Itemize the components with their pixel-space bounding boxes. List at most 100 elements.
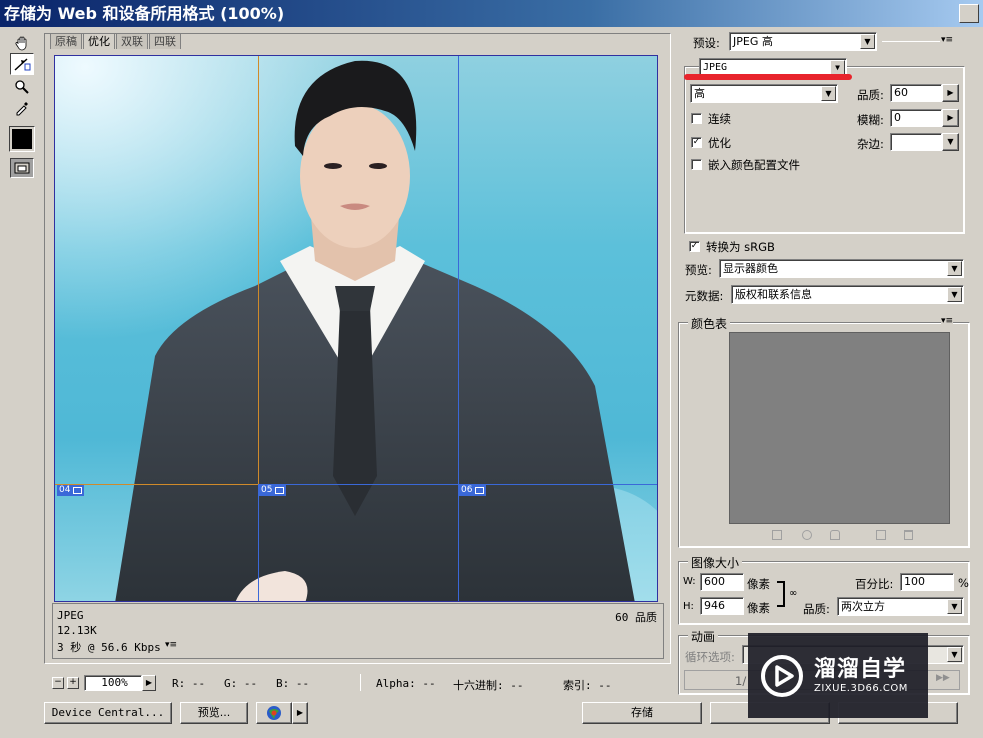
preview-browser-button[interactable]: 预览... bbox=[180, 702, 248, 724]
embed-profile-label: 嵌入颜色配置文件 bbox=[708, 158, 800, 172]
eyedropper-tool[interactable] bbox=[10, 97, 34, 119]
view-tabs: 原稿 优化 双联 四联 bbox=[50, 33, 182, 49]
chain-link-icon[interactable]: ∞ bbox=[789, 588, 797, 599]
preset-dropdown[interactable]: JPEG 高 ▼ bbox=[729, 32, 877, 51]
slice-select-tool[interactable] bbox=[10, 53, 34, 75]
slice-tag-04[interactable]: 04 bbox=[57, 485, 85, 496]
format-value: JPEG bbox=[703, 62, 728, 73]
width-label: W: bbox=[683, 576, 696, 587]
convert-srgb-checkbox[interactable]: ✓ bbox=[689, 241, 700, 252]
blur-slider-arrow-icon[interactable]: ▶ bbox=[942, 109, 959, 127]
info-download-time: 3 秒 @ 56.6 Kbps bbox=[57, 641, 161, 654]
optimized-checkbox[interactable]: ✓ bbox=[691, 137, 702, 148]
metadata-label: 元数据: bbox=[685, 289, 724, 303]
play-logo-icon bbox=[761, 654, 803, 697]
browser-menu-arrow-icon[interactable]: ▶ bbox=[292, 702, 308, 724]
map-transparent-icon[interactable] bbox=[772, 530, 782, 540]
zoom-tool[interactable] bbox=[10, 76, 34, 98]
slice-number: 04 bbox=[59, 485, 71, 495]
slice-line bbox=[258, 56, 259, 484]
browser-icon bbox=[267, 706, 281, 720]
chevron-down-icon: ▼ bbox=[860, 34, 875, 49]
percent-unit: % bbox=[958, 576, 969, 590]
preview-photo bbox=[55, 56, 657, 601]
slice-number: 05 bbox=[261, 485, 273, 495]
color-table-menu-icon[interactable]: ▾≡ bbox=[941, 316, 954, 326]
quality-field[interactable]: 60 bbox=[890, 84, 942, 102]
quality-level-value: 高 bbox=[694, 87, 705, 100]
width-unit: 像素 bbox=[747, 577, 770, 591]
hand-tool[interactable] bbox=[10, 32, 34, 54]
green-readout: G: -- bbox=[224, 677, 258, 690]
quality-label: 品质: bbox=[857, 88, 884, 102]
matte-field[interactable] bbox=[890, 133, 942, 151]
blur-field[interactable]: 0 bbox=[890, 109, 942, 127]
resample-value: 两次立方 bbox=[841, 600, 885, 613]
optimization-info: JPEG 12.13K 3 秒 @ 56.6 Kbps ▾≡ 60 品质 bbox=[52, 603, 664, 659]
progressive-label: 连续 bbox=[708, 112, 731, 126]
slice-visibility-icon bbox=[14, 162, 30, 174]
alpha-readout: Alpha: -- bbox=[376, 677, 436, 690]
optimize-menu-icon[interactable]: ▾≡ bbox=[941, 35, 953, 45]
chevron-down-icon: ▼ bbox=[830, 60, 845, 75]
metadata-value: 版权和联系信息 bbox=[735, 288, 812, 301]
zoom-out-button[interactable]: − bbox=[52, 677, 64, 689]
width-field[interactable]: 600 bbox=[700, 573, 744, 591]
web-snap-icon[interactable] bbox=[802, 530, 812, 540]
preview-mode-value: 显示器颜色 bbox=[723, 262, 778, 275]
metadata-dropdown[interactable]: 版权和联系信息 ▼ bbox=[731, 285, 964, 304]
slice-tag-06[interactable]: 06 bbox=[459, 485, 487, 496]
close-button[interactable] bbox=[959, 4, 979, 23]
black-swatch bbox=[12, 129, 32, 149]
info-quality: 60 品质 bbox=[615, 611, 657, 624]
hand-icon bbox=[15, 36, 27, 51]
chevron-down-icon: ▼ bbox=[947, 647, 962, 662]
slice-number: 06 bbox=[461, 485, 473, 495]
color-table-swatches[interactable] bbox=[729, 332, 950, 524]
quality-level-dropdown[interactable]: 高 ▼ bbox=[690, 84, 838, 103]
save-button[interactable]: 存储 bbox=[582, 702, 702, 724]
embed-profile-checkbox[interactable] bbox=[691, 159, 702, 170]
status-divider bbox=[360, 674, 361, 691]
window-title: 存储为 Web 和设备所用格式 (100%) bbox=[0, 0, 983, 27]
slice-line bbox=[258, 484, 657, 485]
percent-field[interactable]: 100 bbox=[900, 573, 954, 591]
index-readout: 索引: -- bbox=[563, 679, 612, 692]
tab-original[interactable]: 原稿 bbox=[50, 33, 82, 49]
zoom-level-field[interactable]: 100% bbox=[84, 675, 142, 691]
device-central-button[interactable]: Device Central... bbox=[44, 702, 172, 724]
zoom-in-button[interactable]: + bbox=[67, 677, 79, 689]
tab-4-up[interactable]: 四联 bbox=[149, 33, 181, 49]
preset-label: 预设: bbox=[693, 36, 720, 50]
preset-value: JPEG 高 bbox=[733, 35, 773, 48]
last-frame-icon[interactable]: ▶▶ bbox=[936, 673, 958, 688]
image-canvas[interactable]: 04 05 06 bbox=[54, 55, 658, 602]
color-table-title: 颜色表 bbox=[688, 315, 731, 332]
tab-2-up[interactable]: 双联 bbox=[116, 33, 148, 49]
preview-mode-dropdown[interactable]: 显示器颜色 ▼ bbox=[719, 259, 964, 278]
toggle-slice-visibility[interactable] bbox=[10, 158, 34, 178]
info-size: 12.13K bbox=[57, 624, 97, 637]
tab-optimized[interactable]: 优化 bbox=[83, 33, 115, 49]
percent-label: 百分比: bbox=[855, 577, 894, 591]
info-format: JPEG bbox=[57, 609, 84, 622]
height-field[interactable]: 946 bbox=[700, 597, 744, 615]
download-speed-menu-icon[interactable]: ▾≡ bbox=[165, 640, 177, 650]
matte-dropdown-arrow-icon[interactable]: ▼ bbox=[942, 133, 959, 151]
lock-icon[interactable] bbox=[830, 530, 840, 540]
slice-tag-05[interactable]: 05 bbox=[259, 485, 287, 496]
zoom-menu-arrow-icon[interactable]: ▶ bbox=[142, 675, 156, 691]
trash-icon[interactable] bbox=[904, 530, 913, 540]
blur-label: 模糊: bbox=[857, 113, 884, 127]
optimized-label: 优化 bbox=[708, 136, 731, 150]
new-color-icon[interactable] bbox=[876, 530, 886, 540]
resample-dropdown[interactable]: 两次立方 ▼ bbox=[837, 597, 964, 616]
red-annotation-underline bbox=[684, 74, 852, 80]
watermark-logo: 溜溜自学 ZIXUE.3D66.COM bbox=[748, 633, 928, 718]
browser-select-button[interactable] bbox=[256, 702, 292, 724]
eyedropper-color-swatch[interactable] bbox=[9, 126, 35, 152]
resample-label: 品质: bbox=[803, 602, 830, 616]
progressive-checkbox[interactable] bbox=[691, 113, 702, 124]
watermark-brand: 溜溜自学 bbox=[814, 657, 907, 682]
quality-slider-arrow-icon[interactable]: ▶ bbox=[942, 84, 959, 102]
